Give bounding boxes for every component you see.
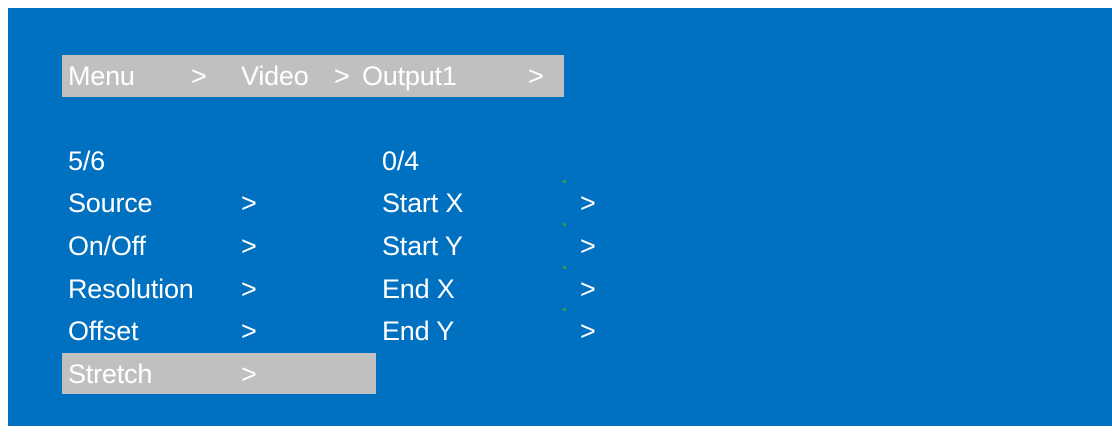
menu-item-label: Resolution [68,274,194,304]
marker-dot-icon [563,180,566,183]
chevron-right-icon: > [580,274,596,304]
chevron-right-icon: > [580,231,596,261]
breadcrumb-separator: > [528,61,544,91]
chevron-right-icon: > [580,316,596,346]
submenu-item-label: End Y [382,316,455,346]
marker-dot-icon [563,308,566,311]
menu-item-label: Source [68,188,153,218]
osd-panel: Menu > Video > Output1 > 5/6 Source > On… [8,8,1112,426]
marker-dot-icon [563,223,566,226]
breadcrumb-video[interactable]: Video [241,57,309,95]
chevron-right-icon: > [241,188,257,218]
breadcrumb-separator: > [334,61,350,91]
submenu-item-label: End X [382,274,455,304]
chevron-right-icon: > [241,231,257,261]
menu-item-label: Stretch [68,359,153,389]
menu-item-stretch-selected[interactable]: Stretch > [62,353,376,394]
right-menu-counter: 0/4 [382,146,419,176]
breadcrumb-separator: > [191,61,207,91]
chevron-right-icon: > [241,316,257,346]
chevron-right-icon: > [241,359,257,389]
chevron-right-icon: > [241,274,257,304]
breadcrumb: Menu > Video > Output1 > [62,55,564,97]
breadcrumb-output[interactable]: Output1 [362,57,457,95]
menu-item-label: On/Off [68,231,146,261]
breadcrumb-menu[interactable]: Menu [68,57,135,95]
submenu-item-label: Start X [382,188,464,218]
submenu-item-label: Start Y [382,231,463,261]
left-menu-counter: 5/6 [68,146,105,176]
menu-item-label: Offset [68,316,139,346]
chevron-right-icon: > [580,188,596,218]
marker-dot-icon [563,266,566,269]
osd-screen: Menu > Video > Output1 > 5/6 Source > On… [0,0,1112,434]
